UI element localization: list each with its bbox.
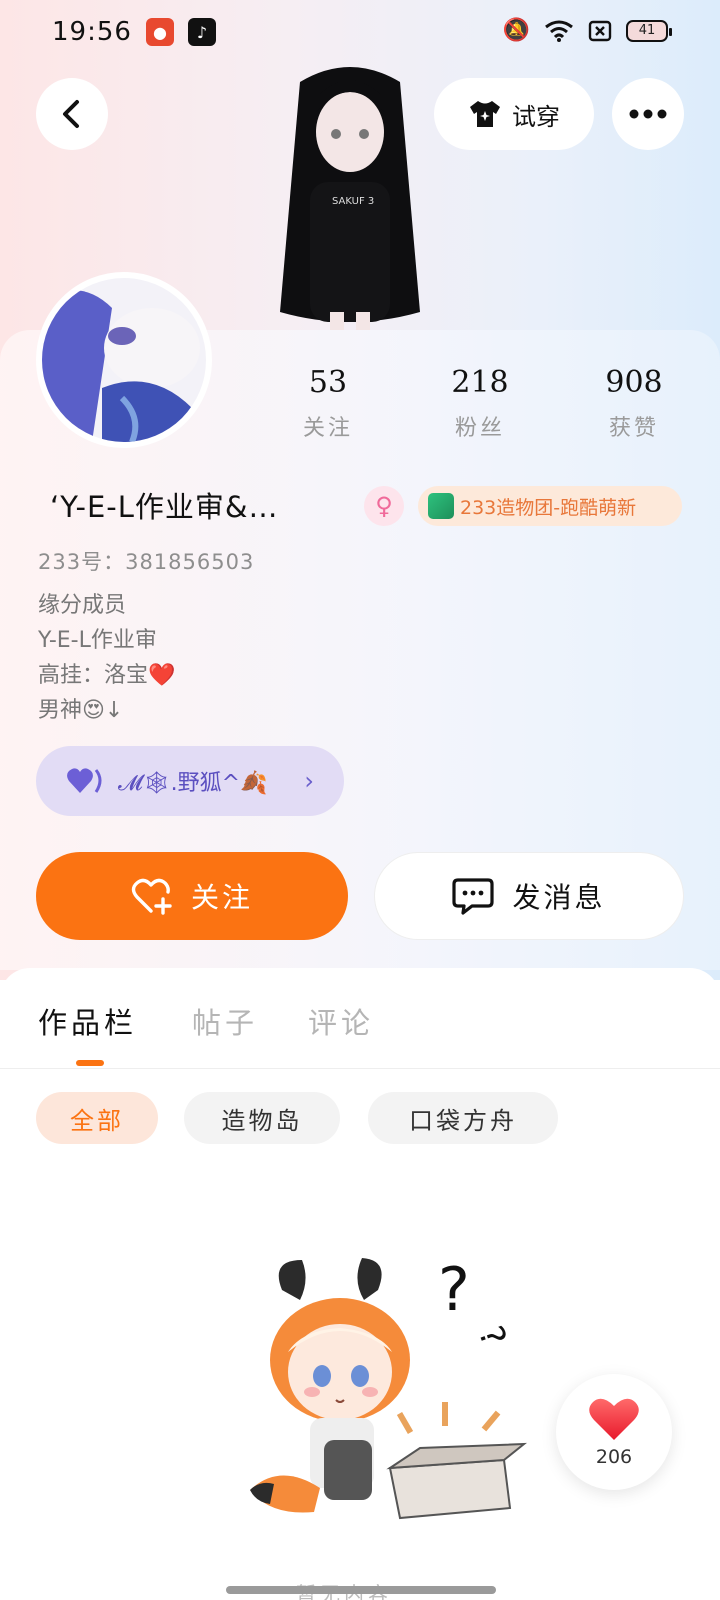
bio-line: 缘分成员 (38, 593, 127, 618)
home-indicator[interactable] (226, 1586, 496, 1594)
like-count: 206 (595, 1446, 633, 1468)
status-bar: 19:56 ● ♪ 🔕 41 (0, 0, 720, 64)
active-tab-indicator (76, 1060, 104, 1066)
tshirt-icon (470, 101, 500, 127)
stat-label: 关注 (302, 416, 353, 441)
bio-line: 男神😍↓ (38, 698, 124, 723)
stat-value: 53 (308, 365, 348, 400)
bio-line: 高挂：洛宝❤️ (38, 663, 176, 688)
sim-off-icon (588, 20, 612, 41)
bio: 缘分成员 Y-E-L作业审 高挂：洛宝❤️ 男神😍↓ (38, 588, 175, 728)
heart-ring-icon (67, 768, 102, 793)
stat-followers[interactable]: 218 粉丝 (420, 365, 540, 442)
like-float-button[interactable]: 206 (556, 1374, 672, 1490)
try-on-button[interactable]: 试穿 (434, 78, 594, 150)
team-badge-label: 233造物团-跑酷萌新 (460, 496, 637, 519)
team-badge-icon (428, 493, 454, 519)
status-right: 🔕 41 (502, 18, 672, 43)
empty-state-illustration: ? ? (240, 1240, 540, 1540)
filter-pocket-ark[interactable]: 口袋方舟 (368, 1092, 558, 1144)
relationship-chip[interactable]: 𝓜🕸.野狐^🍂 › (36, 746, 344, 816)
follow-label: 关注 (190, 881, 253, 914)
team-badge[interactable]: 233造物团-跑酷萌新 (418, 486, 682, 526)
svg-text:?: ? (470, 1321, 514, 1352)
tab-posts[interactable]: 帖子 (192, 1000, 258, 1042)
chevron-left-icon (63, 100, 79, 128)
mute-icon: 🔕 (502, 18, 530, 43)
more-button[interactable] (612, 78, 684, 150)
username: ‘Y-E-L作业审&… (50, 490, 279, 524)
avatar-3d-figure: SAKUF 3 (270, 62, 430, 330)
filter-creation-island[interactable]: 造物岛 (184, 1092, 340, 1144)
avatar-image (42, 278, 206, 442)
try-on-label: 试穿 (512, 102, 560, 131)
stat-value: 218 (451, 365, 509, 400)
chevron-right-icon: › (304, 767, 314, 795)
stat-value: 908 (605, 365, 663, 400)
app-notification-icon: ● (145, 18, 174, 46)
status-time: 19:56 (52, 17, 132, 47)
wifi-icon (545, 20, 573, 42)
stat-label: 获赞 (608, 416, 659, 441)
stat-likes[interactable]: 908 获赞 (574, 365, 694, 442)
chat-bubble-icon (452, 878, 495, 915)
tab-comments[interactable]: 评论 (308, 1000, 374, 1042)
heart-plus-icon (131, 878, 172, 915)
more-dots-icon (629, 109, 667, 119)
battery-icon: 41 (626, 19, 672, 42)
svg-text:SAKUF 3: SAKUF 3 (332, 196, 374, 207)
back-button[interactable] (36, 78, 108, 150)
stat-following[interactable]: 53 关注 (268, 365, 388, 442)
tab-works[interactable]: 作品栏 (38, 1000, 137, 1042)
user-id: 233号：381856503 (38, 550, 255, 574)
tiktok-notification-icon: ♪ (187, 18, 216, 46)
profile-avatar[interactable] (36, 272, 212, 448)
female-gender-icon: ♀ (364, 486, 404, 526)
message-button[interactable]: 发消息 (374, 852, 684, 940)
bio-line: Y-E-L作业审 (38, 628, 157, 653)
stat-label: 粉丝 (454, 416, 505, 441)
heart-icon (589, 1398, 639, 1440)
message-label: 发消息 (512, 881, 606, 914)
svg-text:?: ? (438, 1255, 470, 1325)
follow-button[interactable]: 关注 (36, 852, 348, 940)
relationship-label: 𝓜🕸.野狐^🍂 (118, 771, 268, 796)
tab-divider (0, 1068, 720, 1069)
filter-all[interactable]: 全部 (36, 1092, 158, 1144)
